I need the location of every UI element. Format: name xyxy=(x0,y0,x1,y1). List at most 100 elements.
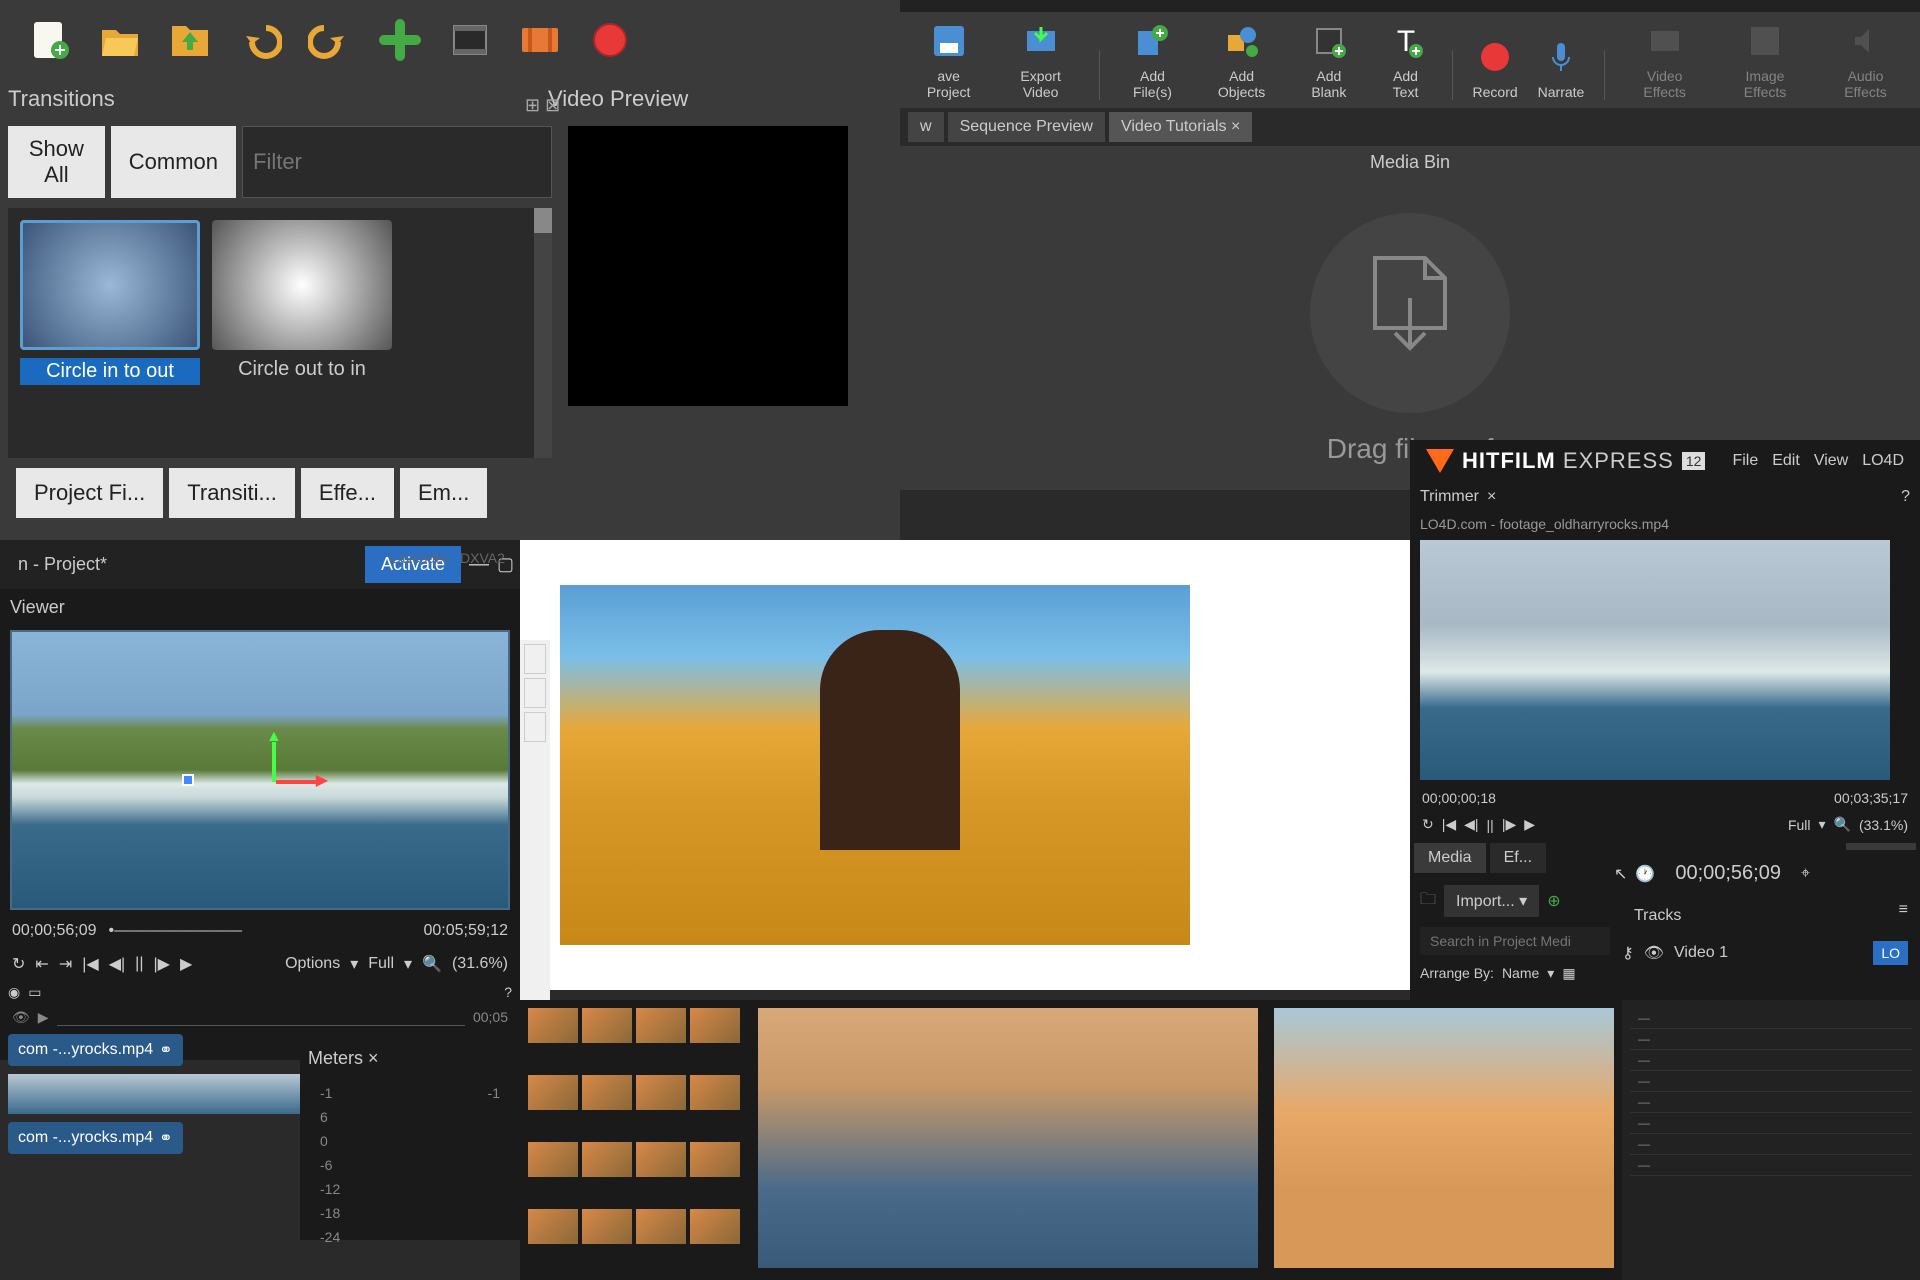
close-icon[interactable]: × xyxy=(1487,488,1496,506)
record-button[interactable]: Record xyxy=(1473,36,1518,100)
gizmo-x-axis[interactable] xyxy=(276,780,316,784)
media-thumbnail[interactable] xyxy=(528,1209,578,1244)
menu-icon[interactable]: ≡ xyxy=(1899,901,1908,931)
preview-monitor[interactable] xyxy=(758,1008,1258,1268)
tab-project-files[interactable]: Project Fi... xyxy=(16,468,163,518)
media-thumbnail[interactable] xyxy=(528,1142,578,1177)
full-dropdown[interactable]: Full xyxy=(368,955,394,973)
audio-effects-button[interactable]: Audio Effects xyxy=(1826,20,1905,100)
media-thumbnail[interactable] xyxy=(636,1209,686,1244)
import-button[interactable]: Import... ▾ xyxy=(1444,885,1539,917)
full-dropdown[interactable]: Full xyxy=(1788,817,1811,833)
property-row[interactable]: — xyxy=(1630,1155,1912,1176)
tab-effects[interactable]: Ef... xyxy=(1490,843,1546,873)
track-eye-icon[interactable]: 👁 xyxy=(1644,943,1664,963)
undo-icon[interactable] xyxy=(235,15,285,65)
save-project-button[interactable]: ave Project xyxy=(915,20,982,100)
property-row[interactable]: — xyxy=(1630,1050,1912,1071)
media-thumbnail[interactable] xyxy=(690,1142,740,1177)
property-row[interactable]: — xyxy=(1630,1029,1912,1050)
filter-common-button[interactable]: Common xyxy=(111,126,236,198)
record-icon[interactable] xyxy=(585,15,635,65)
filmstrip-icon[interactable] xyxy=(445,15,495,65)
media-thumbnail[interactable] xyxy=(636,1142,686,1177)
add-files-button[interactable]: Add File(s) xyxy=(1120,20,1185,100)
play-icon[interactable]: ▶ xyxy=(180,954,192,974)
property-row[interactable]: — xyxy=(1630,1071,1912,1092)
options-dropdown[interactable]: Options xyxy=(285,955,340,973)
menu-lo4d[interactable]: LO4D xyxy=(1862,452,1904,470)
playhead-slider[interactable]: •———————— xyxy=(109,922,412,940)
new-folder-icon[interactable]: ⊕ xyxy=(1547,891,1560,911)
timeline-tool-icon[interactable]: ◉ xyxy=(8,984,20,1001)
step-forward-icon[interactable]: |▶ xyxy=(153,954,169,974)
menu-edit[interactable]: Edit xyxy=(1772,452,1800,470)
track-eye-icon[interactable]: 👁 xyxy=(12,1009,30,1026)
loop-icon[interactable]: ↻ xyxy=(1422,816,1434,833)
loop-icon[interactable]: ↻ xyxy=(12,954,25,974)
media-thumbnail[interactable] xyxy=(690,1209,740,1244)
add-icon[interactable] xyxy=(375,15,425,65)
filter-input[interactable] xyxy=(242,126,552,198)
trimmer-preview[interactable] xyxy=(1420,540,1890,780)
menu-view[interactable]: View xyxy=(1814,452,1848,470)
media-thumbnail[interactable] xyxy=(528,1008,578,1043)
media-thumbnail[interactable] xyxy=(636,1075,686,1110)
filter-show-all-button[interactable]: Show All xyxy=(8,126,105,198)
zoom-icon[interactable]: 🔍 xyxy=(1834,816,1851,833)
property-row[interactable]: — xyxy=(1630,1092,1912,1113)
transition-item[interactable]: Circle in to out xyxy=(20,220,200,446)
cursor-icon[interactable]: ↖ xyxy=(1614,864,1627,884)
tab-video-tutorials[interactable]: Video Tutorials × xyxy=(1109,112,1252,142)
media-thumbnail[interactable] xyxy=(582,1142,632,1177)
track-tool-icon[interactable]: ▶ xyxy=(38,1009,49,1026)
play-pause-icon[interactable]: || xyxy=(1487,817,1494,833)
timeline-tool-icon[interactable]: ▭ xyxy=(28,984,41,1001)
media-thumbnail[interactable] xyxy=(690,1008,740,1043)
scrollbar[interactable] xyxy=(534,208,552,458)
out-point-icon[interactable]: ⇥ xyxy=(59,954,72,974)
step-forward-icon[interactable]: |▶ xyxy=(1502,816,1516,833)
timeline-clip[interactable]: com -...yrocks.mp4⚭ xyxy=(8,1034,183,1066)
tab-sequence-preview[interactable]: Sequence Preview xyxy=(948,112,1105,142)
arrange-dropdown[interactable]: Name xyxy=(1502,965,1539,982)
tab-emojis[interactable]: Em... xyxy=(400,468,487,518)
media-thumbnail[interactable] xyxy=(690,1075,740,1110)
menu-file[interactable]: File xyxy=(1732,452,1758,470)
property-row[interactable]: — xyxy=(1630,1008,1912,1029)
dropdown-stub[interactable] xyxy=(524,678,546,708)
goto-start-icon[interactable]: |◀ xyxy=(82,954,98,974)
dropdown-stub[interactable] xyxy=(524,644,546,674)
transition-item[interactable]: Circle out to in xyxy=(212,220,392,446)
list-view-icon[interactable]: ▦ xyxy=(1562,965,1575,982)
export-video-button[interactable]: Export Video xyxy=(1002,20,1079,100)
add-text-button[interactable]: TAdd Text xyxy=(1379,20,1431,100)
tab-w[interactable]: w xyxy=(908,112,944,142)
snap-icon[interactable]: ⌖ xyxy=(1801,865,1810,883)
gizmo-y-axis[interactable] xyxy=(272,742,276,782)
media-thumbnail[interactable] xyxy=(582,1008,632,1043)
media-thumbnail[interactable] xyxy=(582,1075,632,1110)
gizmo-handle[interactable] xyxy=(182,774,194,786)
track-lock-icon[interactable]: ⚷ xyxy=(1622,943,1634,963)
open-project-icon[interactable] xyxy=(95,15,145,65)
clip-badge[interactable]: LO xyxy=(1873,941,1908,965)
media-thumbnail[interactable] xyxy=(582,1209,632,1244)
dropdown-stub[interactable] xyxy=(524,712,546,742)
timeline-clip[interactable]: com -...yrocks.mp4⚭ xyxy=(8,1122,183,1154)
tab-transitions[interactable]: Transiti... xyxy=(169,468,295,518)
zoom-icon[interactable]: 🔍 xyxy=(422,954,442,974)
goto-start-icon[interactable]: |◀ xyxy=(1442,816,1456,833)
add-objects-button[interactable]: Add Objects xyxy=(1205,20,1278,100)
narrate-button[interactable]: Narrate xyxy=(1538,36,1585,100)
video-effects-button[interactable]: Video Effects xyxy=(1625,20,1704,100)
new-project-icon[interactable] xyxy=(25,15,75,65)
step-back-icon[interactable]: ◀| xyxy=(1464,816,1478,833)
redo-icon[interactable] xyxy=(305,15,355,65)
help-icon[interactable]: ? xyxy=(1901,488,1910,506)
step-back-icon[interactable]: ◀| xyxy=(109,954,125,974)
close-icon[interactable]: × xyxy=(368,1048,379,1068)
play-pause-icon[interactable]: || xyxy=(135,955,143,973)
image-effects-button[interactable]: Image Effects xyxy=(1724,20,1806,100)
panel-controls-icon[interactable]: ⊞ ⊠ xyxy=(525,95,560,116)
